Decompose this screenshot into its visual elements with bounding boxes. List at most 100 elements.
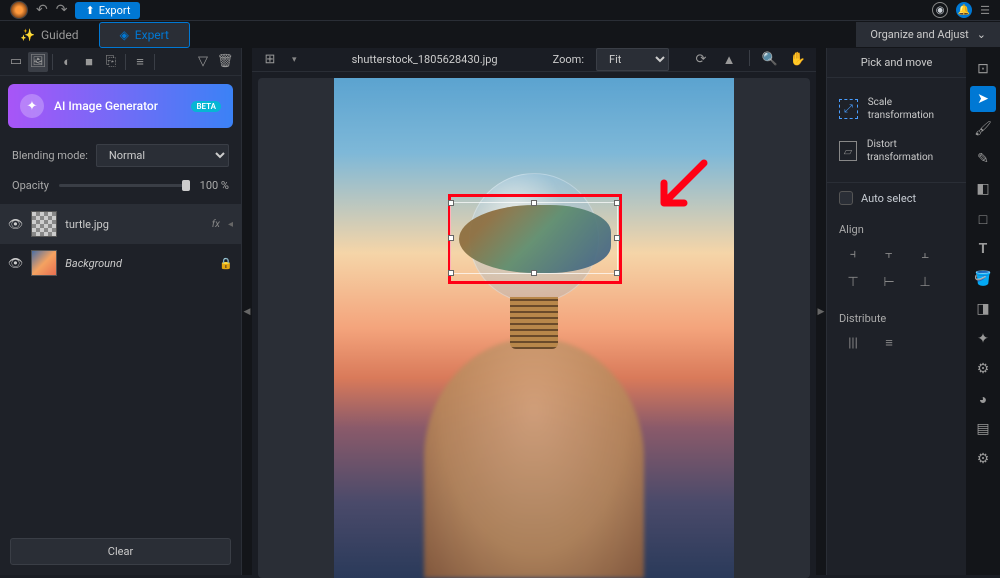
selection-handle[interactable] — [614, 270, 620, 276]
zoom-select[interactable]: Fit — [596, 48, 669, 71]
layers-icon: ◈ — [120, 28, 129, 42]
document-filename: shutterstock_1805628430.jpg — [309, 53, 541, 66]
organize-label: Organize and Adjust — [870, 28, 968, 41]
distribute-v-icon[interactable]: ≡ — [875, 333, 903, 353]
grid-icon[interactable]: ⊞ — [260, 50, 280, 70]
move-tool-icon[interactable]: ➤ — [970, 86, 996, 112]
scale-transformation-button[interactable]: ⤢ Scale transformation — [839, 88, 954, 130]
upload-icon: ⬆ — [85, 4, 94, 17]
collapse-left-icon[interactable]: ◀ — [242, 48, 252, 575]
zoom-label: Zoom: — [553, 53, 584, 66]
ai-gen-label: AI Image Generator — [54, 99, 158, 113]
tab-guided-label: Guided — [41, 28, 79, 42]
levels-tool-icon[interactable]: ▤ — [970, 416, 996, 442]
distribute-label: Distribute — [827, 302, 966, 329]
menu-icon[interactable]: ☰ — [980, 4, 990, 17]
crop-tool-icon[interactable]: ⊡ — [970, 56, 996, 82]
export-label: Export — [99, 4, 131, 17]
fill-tool-icon[interactable]: 🪣 — [970, 266, 996, 292]
ai-image-generator-button[interactable]: ✦ AI Image Generator BETA — [8, 84, 233, 128]
align-label: Align — [827, 213, 966, 240]
brush-tool-icon[interactable]: 🖌 — [970, 116, 996, 142]
notification-icon[interactable]: 🔔 — [956, 2, 972, 18]
layer-background[interactable]: 👁 Background 🔒 — [0, 243, 241, 282]
selection-handle[interactable] — [531, 270, 537, 276]
selection-handle[interactable] — [448, 200, 454, 206]
selection-handle[interactable] — [531, 200, 537, 206]
distribute-h-icon[interactable]: ||| — [839, 333, 867, 353]
settings-tool-icon[interactable]: ⚙ — [970, 446, 996, 472]
canvas-toolbar: ⊞ ▾ shutterstock_1805628430.jpg Zoom: Fi… — [252, 48, 816, 72]
link-icon[interactable]: ⎘ — [101, 52, 121, 72]
undo-icon[interactable]: ↶ — [36, 2, 48, 18]
tab-expert[interactable]: ◈ Expert — [99, 22, 190, 48]
text-tool-icon[interactable]: T — [970, 236, 996, 262]
eraser-tool-icon[interactable]: ◧ — [970, 176, 996, 202]
flip-icon[interactable]: ▲ — [719, 50, 739, 70]
trash-icon[interactable]: 🗑 — [215, 52, 235, 72]
align-right-icon[interactable]: ⫠ — [911, 244, 939, 264]
distort-icon: ▱ — [839, 141, 857, 161]
opacity-slider[interactable] — [59, 184, 190, 187]
effects-tool-icon[interactable]: ✦ — [970, 326, 996, 352]
opacity-label: Opacity — [12, 179, 49, 192]
selection-handle[interactable] — [448, 270, 454, 276]
distort-transformation-button[interactable]: ▱ Distort transformation — [839, 130, 954, 172]
layer-turtle[interactable]: 👁 turtle.jpg fx ◂ — [0, 204, 241, 243]
adjust-tool-icon[interactable]: ⚙ — [970, 356, 996, 382]
tab-guided[interactable]: ✨ Guided — [0, 23, 99, 47]
collapse-right-icon[interactable]: ▶ — [816, 48, 826, 575]
shape-tool-icon[interactable]: □ — [970, 206, 996, 232]
fx-badge[interactable]: fx — [212, 219, 220, 230]
blending-mode-label: Blending mode: — [12, 149, 88, 162]
canvas-viewport[interactable] — [258, 78, 810, 578]
visibility-icon[interactable]: 👁 — [8, 217, 23, 231]
layers-toolbar: ▭ 🖼 ◐ ■ ⎘ ≡ ▽ 🗑 — [0, 48, 241, 76]
pan-tool-icon[interactable]: ✋ — [788, 50, 808, 70]
export-button[interactable]: ⬆ Export — [75, 2, 140, 19]
gradient-tool-icon[interactable]: ◨ — [970, 296, 996, 322]
redo-icon[interactable]: ↷ — [56, 2, 68, 18]
selection-handle[interactable] — [614, 200, 620, 206]
scale-label: Scale transformation — [868, 96, 954, 122]
pen-tool-icon[interactable]: ✎ — [970, 146, 996, 172]
app-logo[interactable] — [10, 1, 28, 19]
distort-label: Distort transformation — [867, 138, 954, 164]
canvas-image[interactable] — [334, 78, 734, 578]
user-icon[interactable]: ◉ — [932, 2, 948, 18]
auto-select-checkbox[interactable] — [839, 191, 853, 205]
align-center-v-icon[interactable]: ⊢ — [875, 272, 903, 292]
zoom-tool-icon[interactable]: 🔍 — [760, 50, 780, 70]
merge-icon[interactable]: ≡ — [130, 52, 150, 72]
image-layer-icon[interactable]: 🖼 — [28, 52, 48, 72]
align-center-h-icon[interactable]: ⫟ — [875, 244, 903, 264]
selection-handle[interactable] — [448, 235, 454, 241]
adjustment-icon[interactable]: ◐ — [57, 52, 77, 72]
expand-icon[interactable]: ◂ — [228, 219, 233, 230]
layer-name: turtle.jpg — [65, 218, 204, 231]
align-bottom-icon[interactable]: ⊥ — [911, 272, 939, 292]
new-layer-icon[interactable]: ▭ — [6, 52, 26, 72]
selection-box[interactable] — [450, 202, 618, 274]
chevron-down-icon[interactable]: ▾ — [292, 55, 297, 65]
visibility-icon[interactable]: 👁 — [8, 256, 23, 270]
blending-mode-select[interactable]: Normal — [96, 144, 229, 167]
opacity-value: 100 % — [200, 179, 229, 192]
lock-icon[interactable]: 🔒 — [219, 257, 233, 270]
panel-title: Pick and move — [827, 48, 966, 78]
align-top-icon[interactable]: ⊤ — [839, 272, 867, 292]
clear-button[interactable]: Clear — [10, 538, 231, 565]
align-left-icon[interactable]: ⫞ — [839, 244, 867, 264]
filter-icon[interactable]: ▽ — [193, 52, 213, 72]
mask-icon[interactable]: ■ — [79, 52, 99, 72]
layer-thumbnail — [31, 250, 57, 276]
wand-icon: ✨ — [20, 28, 35, 42]
rotate-icon[interactable]: ⟳ — [691, 50, 711, 70]
ai-sparkle-icon: ✦ — [20, 94, 44, 118]
color-tool-icon[interactable]: ◕ — [970, 386, 996, 412]
beta-badge: BETA — [191, 101, 221, 112]
tool-rail: ⊡ ➤ 🖌 ✎ ◧ □ T 🪣 ◨ ✦ ⚙ ◕ ▤ ⚙ — [966, 48, 1000, 575]
chevron-down-icon: ⌄ — [977, 28, 986, 41]
organize-adjust-button[interactable]: Organize and Adjust ⌄ — [856, 22, 1000, 47]
selection-handle[interactable] — [614, 235, 620, 241]
